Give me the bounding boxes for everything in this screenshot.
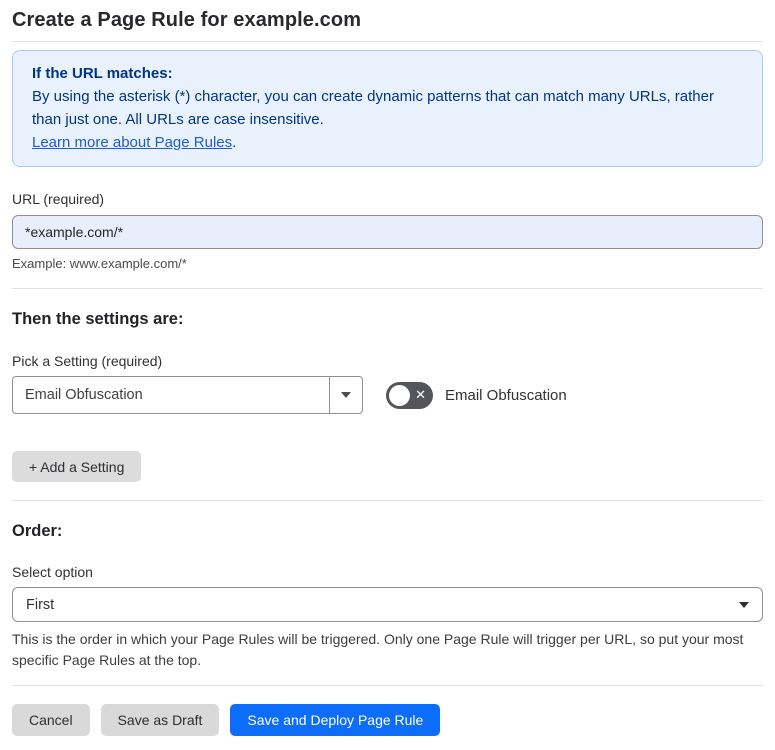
link-suffix: . xyxy=(232,134,237,151)
url-input[interactable] xyxy=(12,215,763,249)
setting-select-arrow-button[interactable] xyxy=(329,377,362,413)
divider xyxy=(12,41,763,42)
order-select[interactable]: First xyxy=(12,587,763,622)
info-box-body: By using the asterisk (*) character, you… xyxy=(32,88,714,128)
chevron-down-icon xyxy=(739,601,749,608)
setting-select[interactable]: Email Obfuscation xyxy=(12,376,363,414)
save-as-draft-button[interactable]: Save as Draft xyxy=(100,704,220,736)
email-obfuscation-toggle[interactable]: ✕ xyxy=(386,381,433,409)
divider xyxy=(12,500,763,501)
save-and-deploy-button[interactable]: Save and Deploy Page Rule xyxy=(230,704,441,736)
info-box-link-line: Learn more about Page Rules. xyxy=(32,131,743,154)
order-helper-text: This is the order in which your Page Rul… xyxy=(12,631,744,668)
toggle-off-x-icon: ✕ xyxy=(415,387,426,403)
toggle-label: Email Obfuscation xyxy=(445,386,567,404)
order-select-label: Select option xyxy=(12,564,93,580)
footer-actions: Cancel Save as Draft Save and Deploy Pag… xyxy=(12,704,763,750)
cancel-button[interactable]: Cancel xyxy=(12,704,90,736)
url-label: URL (required) xyxy=(12,191,105,207)
order-select-value: First xyxy=(26,596,55,613)
add-setting-button[interactable]: + Add a Setting xyxy=(12,451,142,482)
order-heading: Order: xyxy=(12,522,63,540)
url-example-text: Example: www.example.com/* xyxy=(12,256,187,271)
toggle-knob xyxy=(389,384,410,406)
page-title: Create a Page Rule for example.com xyxy=(12,9,362,31)
chevron-down-icon xyxy=(341,392,351,398)
email-obfuscation-toggle-group: ✕ Email Obfuscation xyxy=(386,381,567,409)
url-match-info-box: If the URL matches: By using the asteris… xyxy=(12,50,763,167)
page-rule-form: Create a Page Rule for example.com If th… xyxy=(0,0,775,750)
settings-heading: Then the settings are: xyxy=(12,310,184,328)
info-box-heading: If the URL matches: xyxy=(32,65,173,82)
learn-more-link[interactable]: Learn more about Page Rules xyxy=(32,134,232,151)
divider xyxy=(12,685,763,686)
setting-select-value: Email Obfuscation xyxy=(25,387,143,403)
divider xyxy=(12,288,763,289)
setting-row: Email Obfuscation ✕ Email Obfuscation xyxy=(12,376,763,414)
pick-setting-label: Pick a Setting (required) xyxy=(12,353,163,369)
